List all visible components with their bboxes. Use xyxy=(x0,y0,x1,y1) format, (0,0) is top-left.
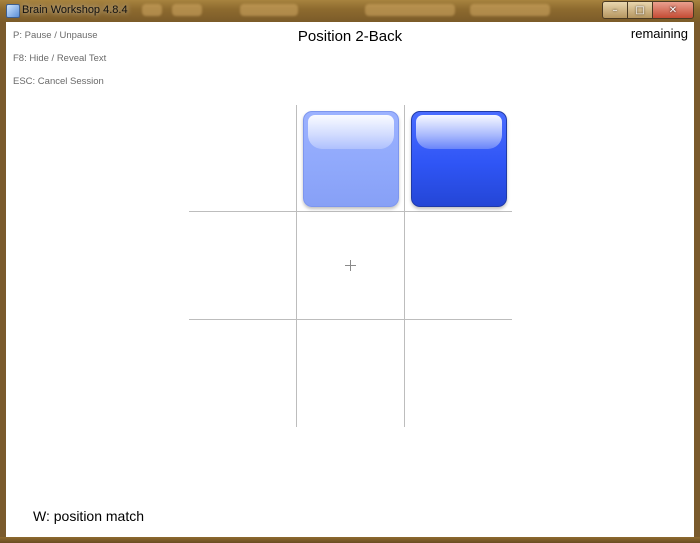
grid-line-vertical-right xyxy=(404,105,405,427)
window-title: Brain Workshop 4.8.4 xyxy=(22,4,128,16)
blurred-background-element xyxy=(365,4,455,16)
grid-line-horizontal-top xyxy=(189,211,512,212)
square-gloss xyxy=(416,115,502,149)
window-titlebar[interactable]: Brain Workshop 4.8.4 – □ ✕ xyxy=(0,0,700,22)
help-hide-text: F8: Hide / Reveal Text xyxy=(13,53,107,64)
blurred-background-element xyxy=(172,4,202,16)
square-gloss xyxy=(308,115,394,149)
blurred-background-element xyxy=(142,4,162,16)
position-square-top-right xyxy=(411,111,507,207)
grid-line-vertical-left xyxy=(296,105,297,427)
window-controls: – □ ✕ xyxy=(602,1,694,19)
close-button[interactable]: ✕ xyxy=(652,1,694,19)
help-cancel-text: ESC: Cancel Session xyxy=(13,76,104,87)
window-frame-bottom xyxy=(0,537,700,543)
grid-line-horizontal-bottom xyxy=(189,319,512,320)
session-mode-title: Position 2-Back xyxy=(297,28,403,45)
blurred-background-element xyxy=(470,4,550,16)
blurred-background-element xyxy=(240,4,298,16)
position-square-top-middle xyxy=(303,111,399,207)
trials-remaining-label: remaining xyxy=(630,26,688,41)
maximize-icon: □ xyxy=(635,4,645,16)
maximize-button[interactable]: □ xyxy=(627,1,653,19)
minimize-button[interactable]: – xyxy=(602,1,628,19)
minimize-icon: – xyxy=(612,4,618,16)
close-icon: ✕ xyxy=(668,4,678,16)
app-icon xyxy=(6,4,20,18)
position-match-key-hint: W: position match xyxy=(33,508,145,524)
game-canvas[interactable]: P: Pause / Unpause F8: Hide / Reveal Tex… xyxy=(6,22,694,537)
